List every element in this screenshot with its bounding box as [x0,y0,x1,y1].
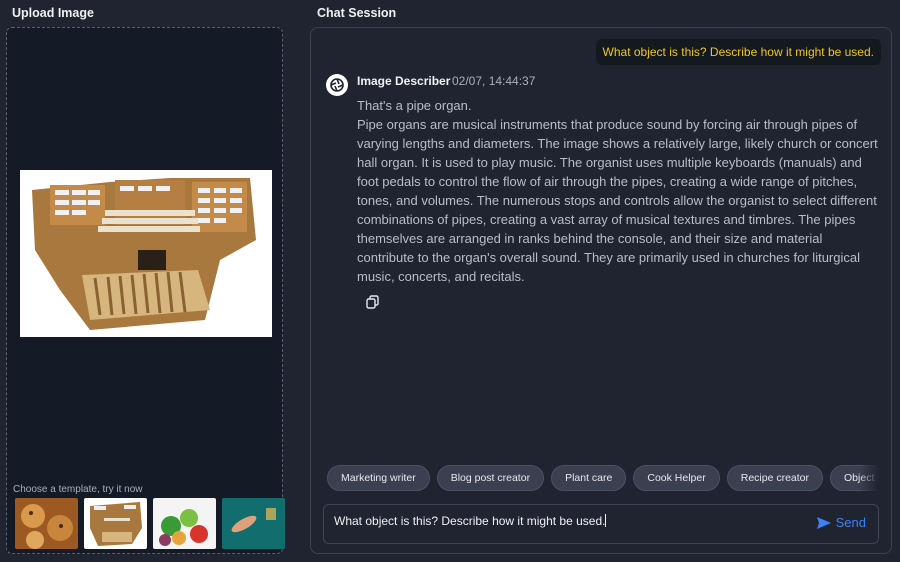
upload-dropzone[interactable]: Choose a template, try it now [6,27,285,554]
template-thumb-organ[interactable] [84,498,147,549]
upload-image-title: Upload Image [12,6,94,20]
chip-cook-helper[interactable]: Cook Helper [633,465,720,491]
chips-fade [859,465,879,493]
send-button[interactable]: Send [816,515,866,530]
template-thumbnails [15,498,285,549]
template-thumb-vegetables[interactable] [153,498,216,549]
copy-icon[interactable] [365,294,381,310]
chat-input-text[interactable]: What object is this? Describe how it mig… [334,514,607,528]
template-chips: Marketing writer Blog post creator Plant… [327,465,879,493]
user-message: What object is this? Describe how it mig… [595,39,881,65]
chip-plant-care[interactable]: Plant care [551,465,627,491]
chip-recipe-creator[interactable]: Recipe creator [726,465,824,491]
template-hint: Choose a template, try it now [13,484,143,495]
chat-session-title: Chat Session [317,6,397,20]
uploaded-image-preview [20,170,272,337]
chip-blog-post-creator[interactable]: Blog post creator [436,465,545,491]
template-thumb-underwater[interactable] [222,498,285,549]
template-thumb-cookies[interactable] [15,498,78,549]
send-label: Send [835,515,866,530]
send-icon [816,516,831,529]
bot-name: Image Describer [357,74,451,88]
chat-panel: What object is this? Describe how it mig… [310,27,892,554]
bot-avatar-icon [326,74,348,96]
bot-message: That's a pipe organ. Pipe organs are mus… [357,96,879,286]
chip-marketing-writer[interactable]: Marketing writer [327,465,430,491]
message-timestamp: 02/07, 14:44:37 [452,74,536,88]
bot-message-paragraph: Pipe organs are musical instruments that… [357,117,878,284]
bot-message-line1: That's a pipe organ. [357,98,472,113]
chat-input[interactable]: What object is this? Describe how it mig… [323,504,879,544]
